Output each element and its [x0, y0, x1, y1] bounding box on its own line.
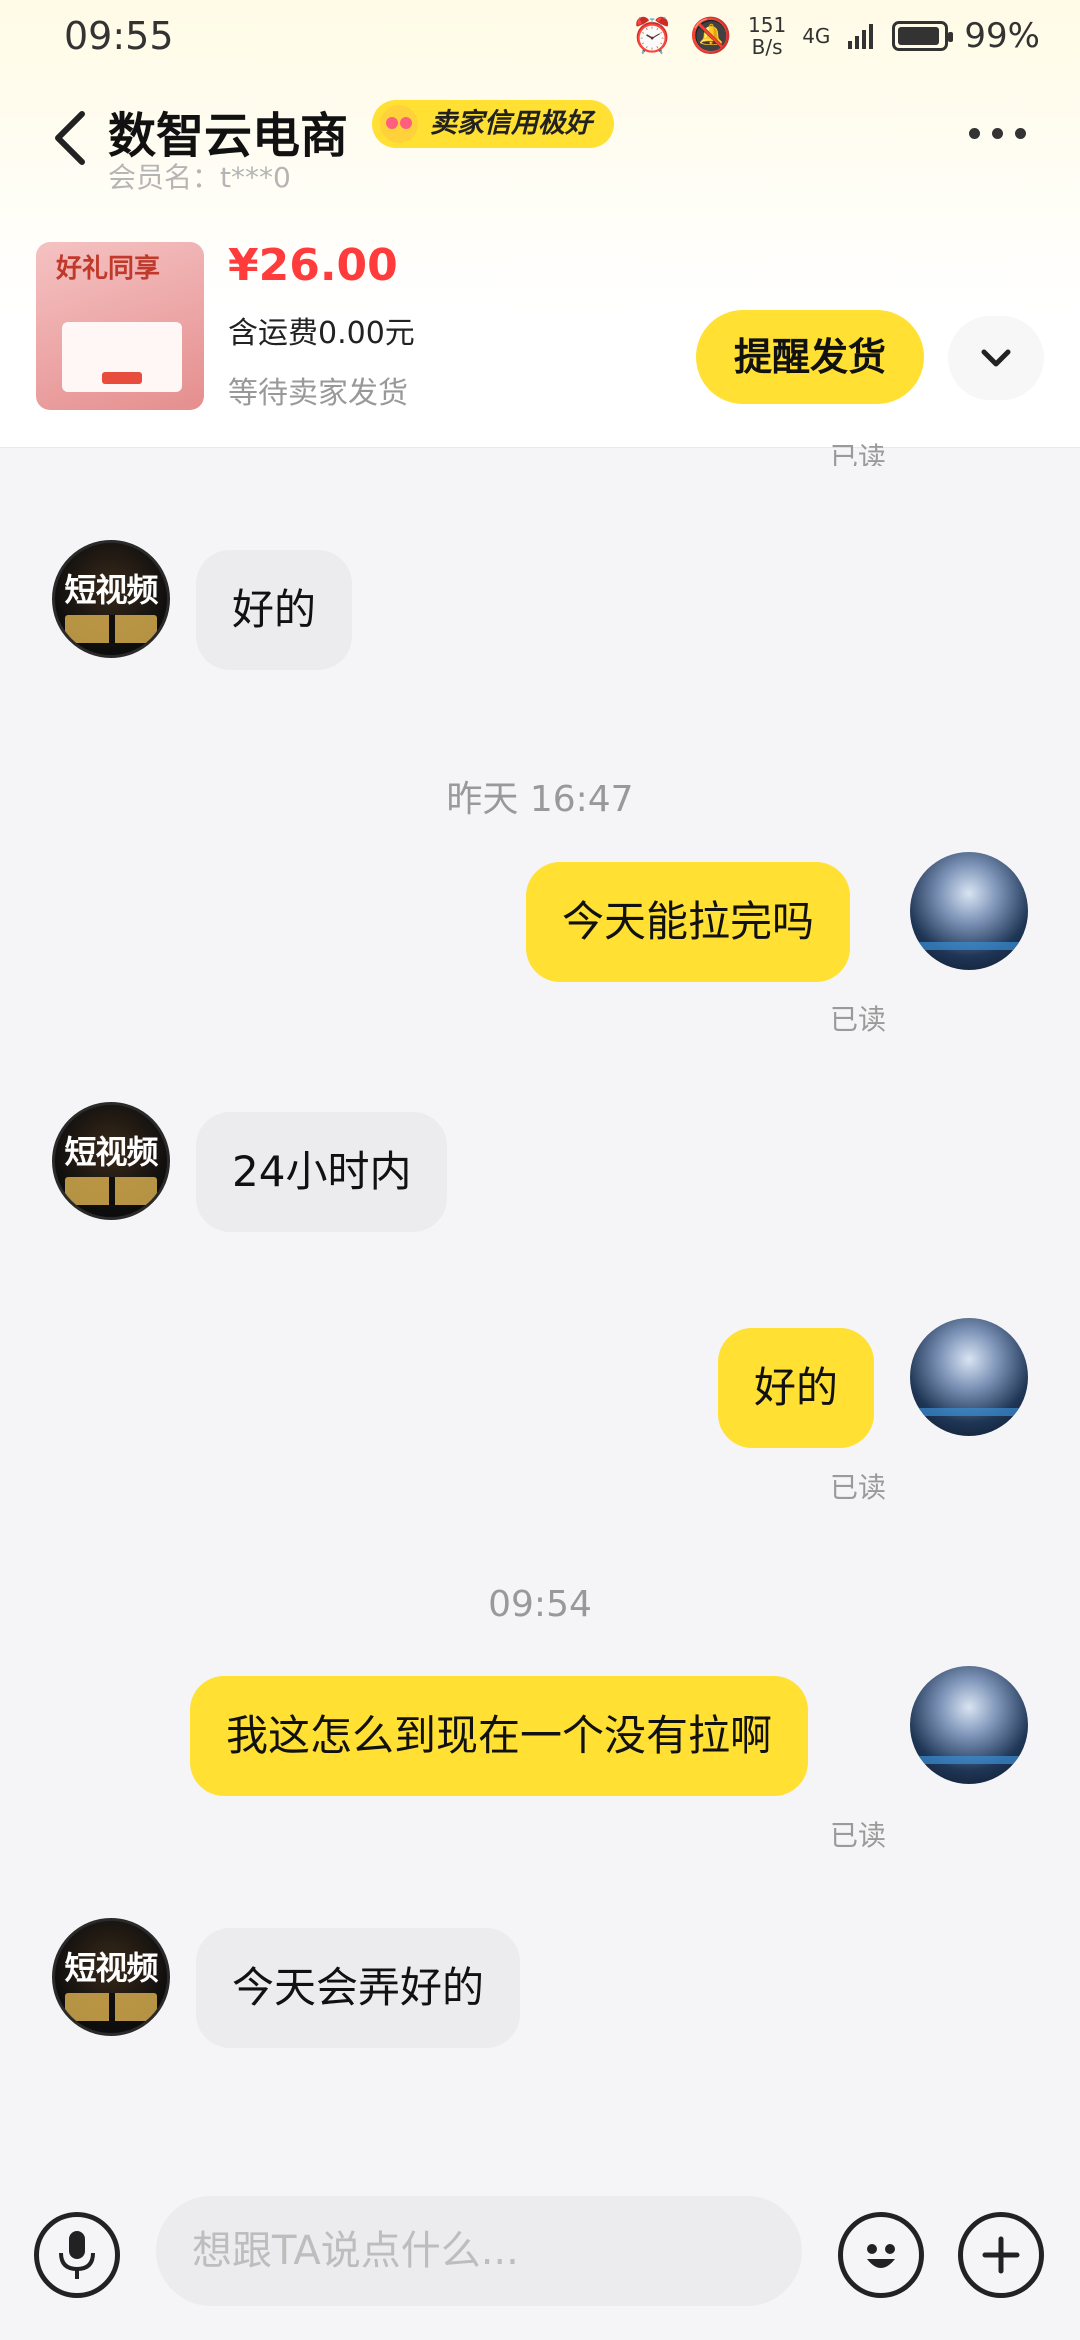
- credit-badge[interactable]: 卖家信用极好: [372, 100, 614, 148]
- star-eyes-emoji-icon: [380, 105, 418, 143]
- seller-avatar[interactable]: 短视频: [52, 1102, 170, 1220]
- expand-order-button[interactable]: [948, 316, 1044, 400]
- battery-percent: 99%: [964, 16, 1040, 56]
- message-bubble-received[interactable]: 今天会弄好的: [196, 1928, 521, 2048]
- user-avatar[interactable]: [910, 852, 1028, 970]
- remind-ship-button[interactable]: 提醒发货: [696, 310, 924, 404]
- read-receipt: 已读: [829, 441, 886, 466]
- more-options-icon[interactable]: [969, 128, 1026, 139]
- seller-avatar-subtext: [65, 1177, 157, 1205]
- more-functions-button[interactable]: [958, 2212, 1044, 2298]
- user-avatar[interactable]: [910, 1318, 1028, 1436]
- battery-icon: [892, 21, 954, 51]
- message-bubble-received[interactable]: 好的: [196, 550, 353, 670]
- status-time: 09:55: [64, 14, 174, 58]
- member-name: 会员名：t***0: [108, 161, 291, 194]
- plus-icon: [982, 2236, 1020, 2274]
- message-input[interactable]: [156, 2196, 802, 2306]
- net-speed-value: 151: [748, 13, 787, 37]
- status-icons: ⏰ 🔕 151 B/s 4G 99%: [631, 14, 1040, 58]
- order-price: ¥26.00: [228, 240, 398, 291]
- back-arrow-icon[interactable]: [50, 108, 90, 168]
- message-bubble-sent[interactable]: 好的: [718, 1328, 875, 1448]
- thumbnail-text: 好礼同享: [56, 254, 161, 284]
- seller-avatar-text: 短视频: [64, 571, 158, 609]
- chevron-down-icon: [981, 349, 1011, 367]
- thumbnail-dialog-graphic: [62, 322, 182, 392]
- product-thumbnail[interactable]: 好礼同享: [36, 242, 204, 410]
- top-panel: 09:55 ⏰ 🔕 151 B/s 4G 99% 数智云电商 卖家信用极好 会员…: [0, 0, 1080, 448]
- message-bubble-received[interactable]: 24小时内: [196, 1112, 448, 1232]
- message-bubble-sent[interactable]: 今天能拉完吗: [526, 862, 851, 982]
- net-speed-unit: B/s: [751, 35, 783, 59]
- microphone-icon: [59, 2231, 95, 2279]
- order-shipping: 含运费0.00元: [228, 316, 415, 351]
- network-type: 4G: [802, 24, 831, 48]
- order-status: 等待卖家发货: [228, 376, 408, 411]
- message-bubble-sent[interactable]: 我这怎么到现在一个没有拉啊: [190, 1676, 809, 1796]
- net-speed: 151 B/s: [748, 14, 786, 58]
- credit-badge-label: 卖家信用极好: [430, 108, 592, 139]
- seller-avatar[interactable]: 短视频: [52, 540, 170, 658]
- signal-icon: [848, 24, 874, 49]
- read-receipt: 已读: [829, 1819, 886, 1852]
- seller-avatar-subtext: [65, 1993, 157, 2021]
- message-timestamp: 昨天 16:47: [446, 779, 634, 820]
- alarm-icon: ⏰: [631, 16, 674, 56]
- seller-avatar[interactable]: 短视频: [52, 1918, 170, 2036]
- emoji-button[interactable]: [838, 2212, 924, 2298]
- seller-avatar-subtext: [65, 615, 157, 643]
- read-receipt: 已读: [829, 1471, 886, 1504]
- input-bar: [0, 2180, 1080, 2340]
- user-avatar[interactable]: [910, 1666, 1028, 1784]
- seller-avatar-text: 短视频: [64, 1949, 158, 1987]
- message-timestamp: 09:54: [488, 1584, 592, 1625]
- read-receipt: 已读: [829, 1003, 886, 1036]
- seller-avatar-text: 短视频: [64, 1133, 158, 1171]
- mute-bell-icon: 🔕: [689, 16, 732, 56]
- status-bar: 09:55 ⏰ 🔕 151 B/s 4G 99%: [0, 0, 1080, 80]
- voice-input-button[interactable]: [34, 2212, 120, 2298]
- smiley-face-icon: [867, 2244, 895, 2268]
